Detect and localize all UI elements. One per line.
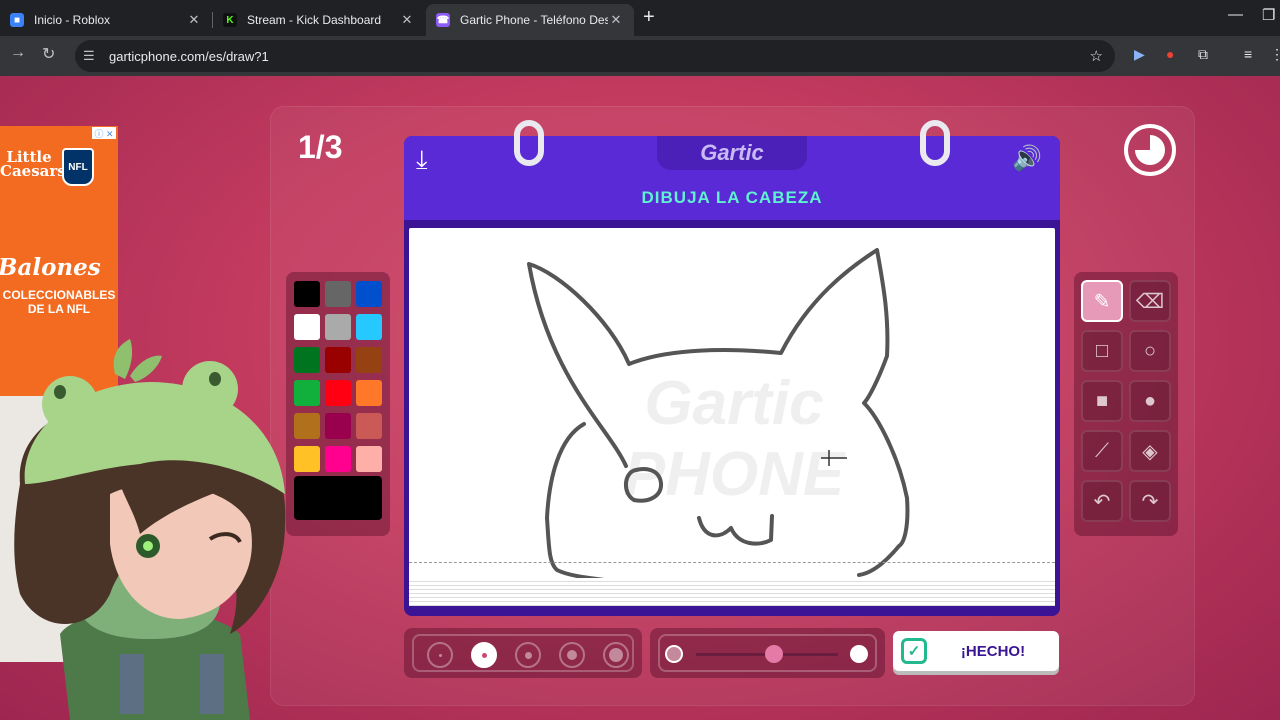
bookmark-star-icon[interactable]: ☆: [1090, 47, 1103, 65]
user-drawing: [527, 248, 910, 582]
color-swatch[interactable]: [325, 380, 351, 406]
extension-play-icon[interactable]: ▶: [1134, 46, 1145, 63]
brush-size-3[interactable]: [515, 642, 541, 668]
timer-icon: [1124, 124, 1176, 176]
forward-icon[interactable]: →: [10, 44, 26, 62]
round-counter: 1/3: [298, 129, 343, 165]
gartic-logo: Gartic: [657, 136, 807, 170]
drawing-canvas[interactable]: Gartic PHONE: [409, 228, 1055, 606]
color-swatch[interactable]: [356, 413, 382, 439]
color-swatch[interactable]: [325, 413, 351, 439]
color-swatch[interactable]: [356, 446, 382, 472]
fill-bucket-icon[interactable]: ◈: [1129, 430, 1171, 472]
gartic-page: 1/3 Gartic ⤓ 🔊 DIBUJA LA CABEZA Gartic P…: [0, 76, 1280, 720]
brush-size-panel: [404, 628, 642, 678]
pencil-icon[interactable]: ✎: [1081, 280, 1123, 322]
tab-title: Inicio - Roblox: [34, 13, 111, 27]
roblox-icon: ■: [10, 13, 24, 27]
ad-headline: Balones: [0, 254, 101, 281]
close-icon[interactable]: ✕: [608, 12, 624, 28]
color-swatch[interactable]: [325, 281, 351, 307]
done-label: ¡HECHO!: [960, 642, 1026, 660]
line-icon[interactable]: ⟋: [1081, 430, 1123, 472]
notebook-pages: [409, 578, 1055, 606]
tab-roblox[interactable]: ■ Inicio - Roblox ✕: [0, 4, 212, 36]
undo-icon[interactable]: ↶: [1081, 480, 1123, 522]
ad-brand: Little Caesars: [0, 148, 66, 180]
tool-panel: ✎ ⌫ □ ○ ■ ● ⟋ ◈ ↶ ↷: [1074, 272, 1178, 536]
ad-subline: COLECCIONABLES DE LA NFL: [2, 288, 116, 316]
brush-size-1[interactable]: [427, 642, 453, 668]
color-swatch[interactable]: [356, 380, 382, 406]
checkmark-icon: ✓: [901, 638, 927, 664]
crosshair-cursor: [821, 450, 847, 466]
restore-icon[interactable]: ❐: [1262, 6, 1275, 24]
color-swatch[interactable]: [325, 347, 351, 373]
color-swatch[interactable]: [356, 281, 382, 307]
opacity-max-icon: [850, 645, 868, 663]
media-control-icon[interactable]: ≡: [1244, 46, 1252, 62]
opacity-panel: [650, 628, 885, 678]
tab-strip: ■ Inicio - Roblox ✕ K Stream - Kick Dash…: [0, 0, 1280, 36]
canvas-guide-line: [409, 562, 1055, 563]
color-swatch[interactable]: [325, 446, 351, 472]
color-swatch[interactable]: [356, 314, 382, 340]
close-icon[interactable]: ✕: [399, 12, 415, 28]
opacity-min-icon: [665, 645, 683, 663]
opacity-slider-handle[interactable]: [765, 645, 783, 663]
circle-outline-icon[interactable]: ○: [1129, 330, 1171, 372]
extensions-puzzle-icon[interactable]: ⧉: [1198, 46, 1208, 63]
brush-size-2[interactable]: [471, 642, 497, 668]
color-swatch[interactable]: [294, 281, 320, 307]
kick-icon: K: [223, 13, 237, 27]
menu-icon[interactable]: ⋮: [1270, 46, 1280, 63]
speaker-icon[interactable]: 🔊: [1012, 144, 1042, 173]
tab-gartic[interactable]: ☎ Gartic Phone - Teléfono Descon ✕: [426, 4, 634, 36]
tab-title: Gartic Phone - Teléfono Descon: [460, 13, 608, 27]
extension-record-icon[interactable]: ●: [1166, 46, 1174, 62]
brush-size-4[interactable]: [559, 642, 585, 668]
eraser-icon[interactable]: ⌫: [1129, 280, 1171, 322]
tab-title: Stream - Kick Dashboard: [247, 13, 382, 27]
browser-toolbar: → ↻ ☰ garticphone.com/es/draw?1 ☆ ▶ ● ⧉ …: [0, 36, 1280, 76]
drawing-prompt: DIBUJA LA CABEZA: [641, 188, 823, 207]
site-info-icon[interactable]: ☰: [83, 48, 97, 64]
ad-info-icon[interactable]: ⓘ ✕: [92, 127, 116, 139]
tab-kick[interactable]: K Stream - Kick Dashboard ✕: [213, 4, 425, 36]
color-swatch[interactable]: [356, 347, 382, 373]
download-icon[interactable]: ⤓: [416, 144, 428, 176]
brush-size-5[interactable]: [603, 642, 629, 668]
address-bar[interactable]: ☰ garticphone.com/es/draw?1 ☆: [75, 40, 1115, 72]
circle-filled-icon[interactable]: ●: [1129, 380, 1171, 422]
notebook-header: Gartic ⤓ 🔊 DIBUJA LA CABEZA: [404, 120, 1060, 220]
notebook-ring: [514, 120, 544, 166]
reload-icon[interactable]: ↻: [42, 44, 55, 64]
rectangle-filled-icon[interactable]: ■: [1081, 380, 1123, 422]
rectangle-outline-icon[interactable]: □: [1081, 330, 1123, 372]
nfl-logo: NFL: [62, 148, 94, 186]
new-tab-button[interactable]: +: [643, 6, 655, 29]
redo-icon[interactable]: ↷: [1129, 480, 1171, 522]
streamer-avatar: [14, 339, 286, 720]
close-icon[interactable]: ✕: [186, 12, 202, 28]
done-button[interactable]: ✓ ¡HECHO!: [893, 631, 1059, 671]
minimize-icon[interactable]: —: [1228, 6, 1243, 23]
drawing-notebook: Gartic ⤓ 🔊 DIBUJA LA CABEZA Gartic PHONE: [404, 120, 1060, 616]
gartic-icon: ☎: [436, 13, 450, 27]
notebook-ring: [920, 120, 950, 166]
url-text[interactable]: garticphone.com/es/draw?1: [109, 49, 1090, 64]
color-swatch[interactable]: [325, 314, 351, 340]
